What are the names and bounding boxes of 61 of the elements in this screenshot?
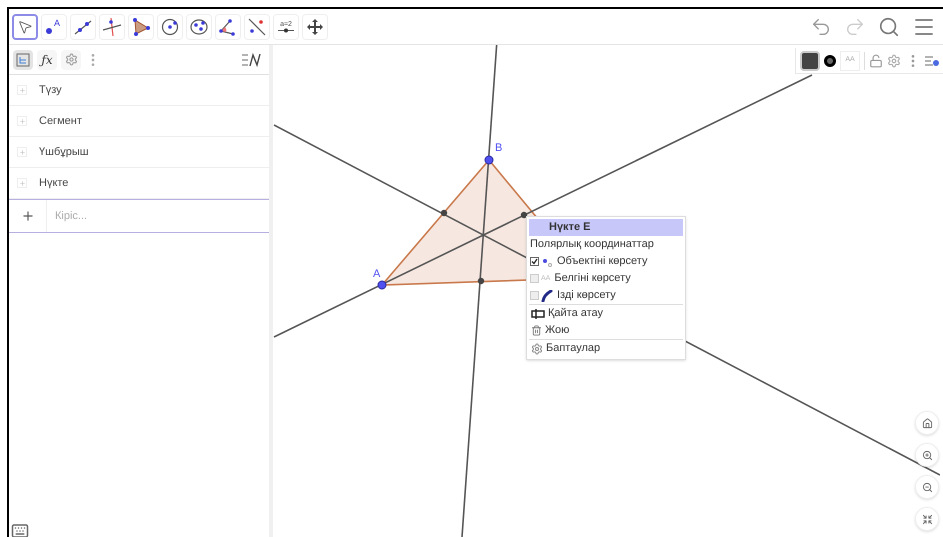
intersection-point [440, 210, 448, 216]
triangle-icon [131, 16, 151, 36]
input-field[interactable]: Кіріс... [47, 200, 269, 232]
shrink-icon [922, 514, 932, 524]
trash-icon [531, 325, 542, 336]
view-button[interactable] [915, 475, 939, 499]
menu-item[interactable]: Полярлық координаттар [527, 236, 685, 253]
search-icon[interactable] [878, 16, 900, 38]
point[interactable] [484, 156, 494, 164]
view-button[interactable] [915, 411, 939, 435]
group-label: Түзу [39, 82, 62, 98]
group-label: Нүкте [39, 176, 68, 191]
expand-toggle[interactable] [17, 178, 27, 188]
home-icon [922, 418, 932, 428]
point-label: B [495, 142, 502, 154]
add-icon[interactable] [20, 209, 34, 223]
view-tab[interactable] [61, 50, 81, 70]
settings-icon [64, 53, 78, 66]
view-tab[interactable]: ƒx [37, 50, 57, 70]
menu-item[interactable]: Баптаулар [546, 340, 600, 357]
ellipse-icon [189, 16, 209, 36]
perpendicular-lines-icon [102, 16, 122, 36]
reflect-line-icon [247, 16, 267, 36]
circle-icon [160, 16, 180, 36]
point-visibility-icon [541, 256, 553, 266]
view-tab[interactable] [13, 50, 33, 70]
color-swatch[interactable] [800, 50, 820, 70]
algebra-view-icon [16, 52, 30, 66]
style-toggle-icon[interactable] [925, 54, 939, 68]
expand-toggle[interactable] [17, 85, 27, 95]
group-label: Сегмент [39, 114, 82, 129]
checkbox[interactable] [530, 257, 539, 266]
expand-toggle[interactable] [17, 116, 27, 126]
menu-item[interactable]: Ізді көрсету [557, 287, 616, 304]
arrow-pointer-icon [17, 18, 33, 34]
intersection-point [520, 212, 528, 218]
zoom-out-icon [922, 482, 932, 492]
rename-icon [531, 308, 545, 320]
point-label: A [373, 268, 380, 280]
angle-icon [218, 16, 238, 36]
expand-toggle[interactable] [17, 147, 27, 157]
menu-item[interactable]: Жою [545, 322, 570, 339]
function-icon: ƒx [41, 50, 53, 68]
intersection-point [478, 278, 484, 284]
trace-brush-icon [541, 290, 553, 302]
keyboard-icon[interactable] [11, 522, 29, 537]
lock-icon[interactable] [869, 54, 883, 68]
point[interactable] [378, 280, 386, 290]
point-style-icon[interactable] [824, 54, 836, 66]
group-label: Үшбұрыш [39, 144, 89, 160]
settings-icon [531, 342, 543, 354]
move-arrows-icon [306, 18, 324, 36]
menu-title: Нүкте E [529, 219, 683, 236]
view-button[interactable] [915, 443, 939, 467]
view-button[interactable] [915, 507, 939, 531]
sort-icon[interactable] [241, 52, 261, 66]
menu-item[interactable]: Объектіні көрсету [557, 253, 648, 270]
menu-item[interactable]: Қайта атау [548, 305, 604, 322]
zoom-in-icon [922, 450, 932, 460]
menu-item[interactable]: Белгіні көрсету [554, 270, 631, 287]
tool-button[interactable] [12, 14, 38, 40]
